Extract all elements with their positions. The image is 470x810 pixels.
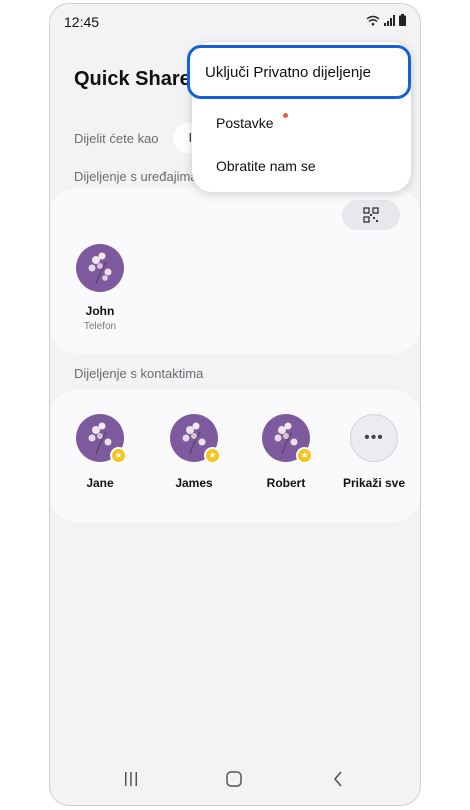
menu-item-label: Uključi Privatno dijeljenje [205, 64, 371, 81]
avatar: ★ [76, 414, 127, 464]
avatar: ★ [262, 414, 313, 464]
back-icon[interactable] [332, 771, 344, 787]
battery-icon [399, 14, 406, 26]
device-name: John [85, 304, 115, 318]
contacts-card: ★ Jane ★ James ★ Robert ••• Prikaži sve [50, 390, 420, 522]
page-title: Quick Share [74, 68, 191, 90]
contact-item[interactable]: ★ Robert [262, 414, 313, 490]
device-item[interactable]: John Telefon [76, 244, 124, 332]
show-all-button[interactable]: ••• Prikaži sve [343, 414, 405, 490]
recent-apps-icon[interactable] [123, 771, 139, 787]
favorite-star-icon: ★ [110, 447, 127, 464]
notification-badge [283, 113, 288, 118]
share-as-label: Dijelit ćete kao [74, 130, 159, 146]
menu-item-contact-us[interactable]: Obratite nam se [216, 158, 316, 174]
favorite-star-icon: ★ [204, 447, 221, 464]
more-dots-icon: ••• [350, 414, 398, 462]
contact-name: Robert [266, 476, 306, 490]
contact-name: James [175, 476, 213, 490]
device-type: Telefon [83, 321, 117, 332]
flower-photo-icon [88, 252, 112, 285]
qr-code-icon [363, 207, 379, 223]
favorite-star-icon: ★ [296, 447, 313, 464]
menu-item-label: Postavke [216, 115, 274, 131]
show-all-label: Prikaži sve [342, 476, 406, 490]
avatar: ★ [170, 414, 221, 464]
contact-item[interactable]: ★ James [170, 414, 221, 490]
home-icon[interactable] [226, 771, 242, 787]
status-time: 12:45 [64, 14, 100, 30]
qr-code-button[interactable] [342, 200, 400, 230]
contact-name: Jane [86, 476, 114, 490]
menu-item-label: Obratite nam se [216, 158, 316, 174]
signal-icon [384, 15, 395, 26]
devices-card: John Telefon [50, 188, 420, 353]
menu-item-settings[interactable]: Postavke [216, 115, 274, 131]
navigation-bar [50, 755, 420, 805]
contact-item[interactable]: ★ Jane [76, 414, 127, 490]
status-bar: 12:45 [50, 4, 420, 38]
status-icons [366, 14, 406, 26]
avatar [76, 244, 124, 292]
menu-item-private-sharing[interactable]: Uključi Privatno dijeljenje [187, 45, 411, 99]
wifi-icon [366, 15, 380, 26]
devices-section-label: Dijeljenje s uređajima [74, 169, 198, 184]
contacts-section-label: Dijeljenje s kontaktima [74, 366, 204, 381]
